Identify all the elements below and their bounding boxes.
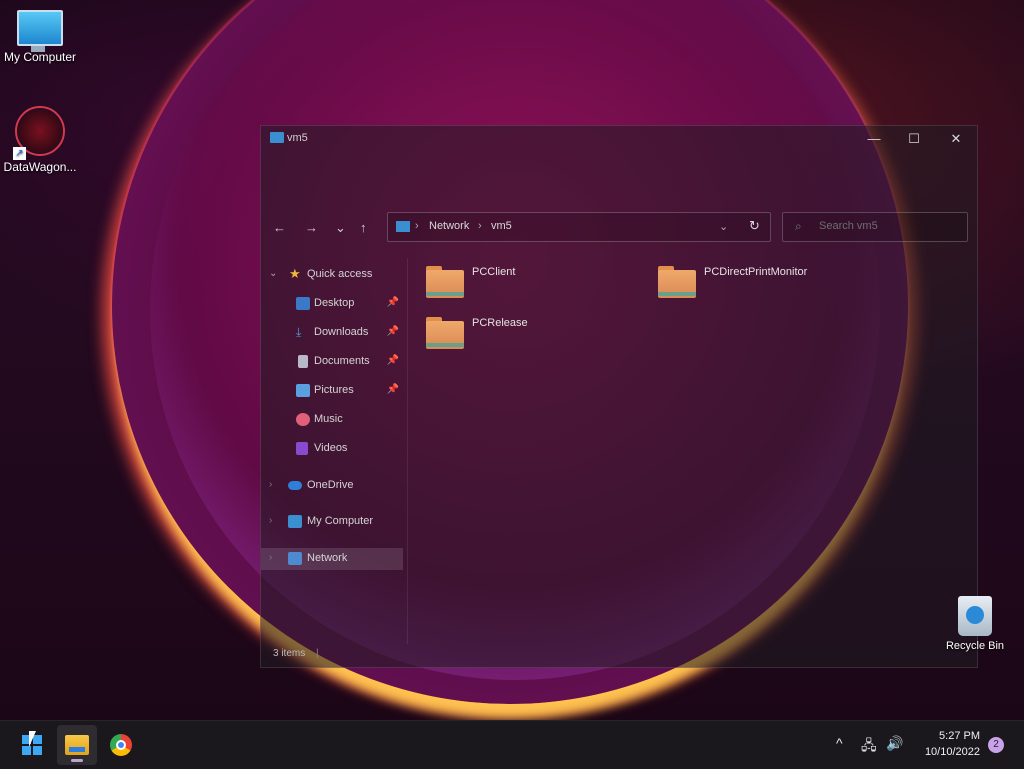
shortcut-arrow-icon: ↗ [13,147,26,160]
sidebar-item-label: Network [307,552,348,564]
breadcrumb-network[interactable]: Network [429,220,469,232]
folder-content-area: PCClient PCDirectPrintMonitor PCRelease [416,258,977,644]
sidebar-item-label: Pictures [314,384,354,396]
title-bar[interactable]: vm5 — ☐ ✕ [261,126,977,152]
chrome-icon [110,734,132,756]
clock-date: 10/10/2022 [924,746,980,758]
folder-icon [426,317,464,349]
file-explorer-window: vm5 — ☐ ✕ ← → ⌄ ↑ › Network › vm5 ⌄ ↻ ⌕ … [260,125,978,668]
desktop-folder-icon [296,297,310,310]
file-explorer-icon [65,735,89,755]
computer-icon [396,221,410,232]
status-divider: | [316,648,319,659]
sidebar-item-documents[interactable]: Documents 📌 [261,351,403,373]
sidebar-item-label: Music [314,413,343,425]
status-bar: 3 items | [273,648,319,659]
forward-button[interactable]: → [305,220,318,235]
videos-icon [296,442,308,455]
chevron-right-icon[interactable]: › [269,479,272,490]
sidebar-item-onedrive[interactable]: › OneDrive [261,475,403,497]
computer-icon [270,132,284,143]
sidebar-item-videos[interactable]: Videos [261,438,403,460]
chevron-down-icon[interactable]: ⌄ [269,268,277,279]
clock-time: 5:27 PM [939,730,980,742]
folder-item[interactable]: PCClient [416,258,646,304]
sidebar-item-pictures[interactable]: Pictures 📌 [261,380,403,402]
sidebar-item-my-computer[interactable]: › My Computer [261,511,403,533]
search-icon: ⌕ [795,219,802,233]
monitor-icon [17,10,63,52]
search-box[interactable]: ⌕ [782,212,968,242]
sidebar-item-quick-access[interactable]: ⌄ ★ Quick access [261,264,403,286]
sidebar-item-label: My Computer [307,515,374,527]
navigation-bar: ← → ⌄ ↑ › Network › vm5 ⌄ ↻ ⌕ [261,212,977,244]
active-indicator [71,759,83,762]
sidebar-item-music[interactable]: Music [261,409,403,431]
breadcrumb-separator: › [415,220,419,232]
folder-item[interactable]: PCDirectPrintMonitor [648,258,878,304]
star-icon: ★ [289,266,301,281]
breadcrumb-separator: › [478,220,482,232]
datawagon-app-icon: ↗ [13,106,65,160]
minimize-button[interactable]: — [853,126,895,152]
documents-icon [298,355,308,368]
desktop-icon-my-computer[interactable]: My Computer [0,10,80,64]
folder-icon [658,266,696,298]
search-input[interactable] [817,219,961,233]
sidebar-item-desktop[interactable]: Desktop 📌 [261,293,403,315]
chrome-taskbar-button[interactable] [101,725,141,765]
computer-icon [288,515,302,528]
volume-icon[interactable]: 🔊 [886,735,903,752]
pin-icon: 📌 [386,384,399,395]
recent-locations-button[interactable]: ⌄ [335,220,346,236]
chevron-right-icon[interactable]: › [269,552,272,563]
maximize-button[interactable]: ☐ [893,126,935,152]
download-icon: ⤓ [296,325,302,339]
desktop-icon-label: My Computer [3,50,77,64]
pictures-icon [296,384,310,397]
folder-name: PCRelease [472,317,528,329]
window-title: vm5 [287,132,308,144]
sidebar-item-label: Videos [314,442,348,454]
breadcrumb-vm5[interactable]: vm5 [491,220,512,232]
sidebar-item-label: Documents [314,355,370,367]
back-button[interactable]: ← [273,220,286,235]
cloud-icon [288,481,302,490]
folder-item[interactable]: PCRelease [416,309,646,355]
sidebar-item-label: Desktop [314,297,355,309]
refresh-button[interactable]: ↻ [749,218,760,234]
sidebar-item-network[interactable]: › Network [261,548,403,570]
recycle-bin-icon [958,596,992,636]
network-status-icon[interactable]: 🖧 [861,735,877,759]
desktop-icon-label: DataWagon... [3,160,77,174]
file-explorer-taskbar-button[interactable] [57,725,97,765]
chevron-right-icon[interactable]: › [269,515,272,526]
folder-icon [426,266,464,298]
show-hidden-icons-button[interactable]: ^ [836,735,843,751]
desktop-icon-label: Recycle Bin [945,640,1005,652]
notification-badge[interactable]: 2 [988,737,1004,753]
sidebar-item-label: OneDrive [307,479,354,491]
system-clock[interactable]: 5:27 PM 10/10/2022 [914,728,980,760]
close-button[interactable]: ✕ [935,126,977,152]
navigation-pane: ⌄ ★ Quick access Desktop 📌 ⤓ Downloads 📌… [261,258,408,644]
pin-icon: 📌 [386,297,399,308]
sidebar-item-downloads[interactable]: ⤓ Downloads 📌 [261,322,403,344]
item-count: 3 items [273,648,306,659]
sidebar-item-label: Downloads [314,326,369,338]
folder-name: PCDirectPrintMonitor [704,266,808,278]
address-bar[interactable]: › Network › vm5 ⌄ ↻ [387,212,771,242]
network-icon [288,552,302,565]
mouse-cursor-icon [29,731,43,747]
pin-icon: 📌 [386,326,399,337]
desktop-icon-recycle-bin[interactable]: Recycle Bin [935,596,1015,652]
up-button[interactable]: ↑ [360,220,367,235]
music-icon [296,413,310,426]
taskbar: ^ 🖧 🔊 5:27 PM 10/10/2022 2 [0,720,1024,769]
sidebar-item-label: Quick access [307,268,373,280]
address-dropdown-button[interactable]: ⌄ [719,220,728,233]
pin-icon: 📌 [386,355,399,366]
desktop-icon-datawagon[interactable]: ↗ DataWagon... [0,106,80,174]
folder-name: PCClient [472,266,516,278]
